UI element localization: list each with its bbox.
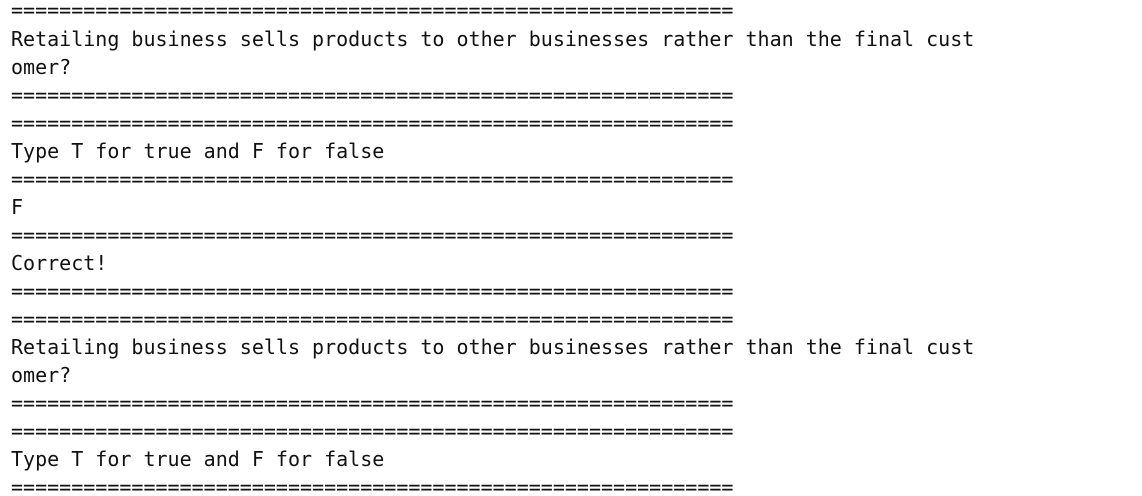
separator-line: ========================================… (11, 391, 734, 415)
console-output: ========================================… (0, 0, 1142, 496)
separator-line: ========================================… (11, 167, 734, 191)
separator-line: ========================================… (11, 419, 734, 443)
separator-line: ========================================… (11, 279, 734, 303)
question-text-line: omer? (11, 363, 72, 387)
result-text-line: Correct! (11, 251, 108, 275)
separator-line: ========================================… (11, 475, 734, 496)
question-text-line: Retailing business sells products to oth… (11, 27, 975, 51)
question-text-line: Retailing business sells products to oth… (11, 335, 975, 359)
question-text-line: omer? (11, 55, 72, 79)
separator-line: ========================================… (11, 83, 734, 107)
prompt-text-line: Type T for true and F for false (11, 447, 385, 471)
separator-line: ========================================… (11, 223, 734, 247)
separator-line: ========================================… (11, 0, 734, 22)
user-answer-line: F (11, 195, 24, 219)
prompt-text-line: Type T for true and F for false (11, 139, 385, 163)
separator-line: ========================================… (11, 307, 734, 331)
separator-line: ========================================… (11, 111, 734, 135)
